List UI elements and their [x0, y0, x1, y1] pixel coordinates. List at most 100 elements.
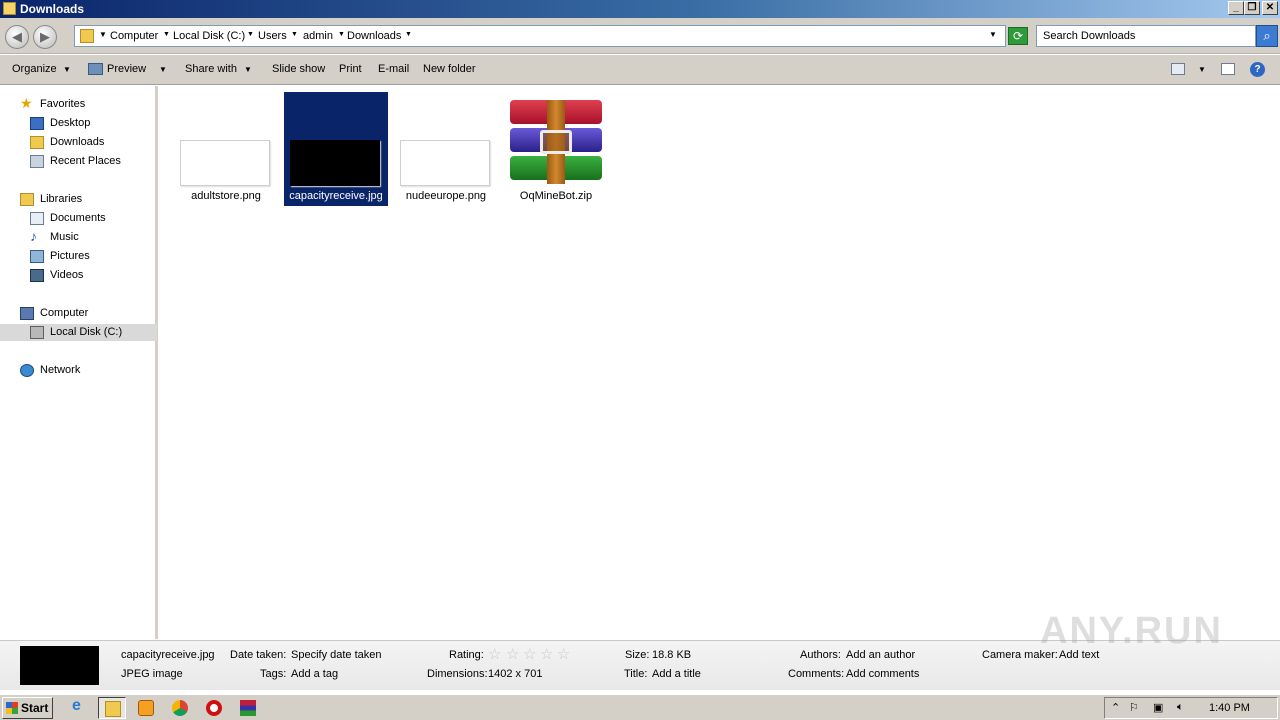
- nav-favorites[interactable]: ★ Favorites: [20, 95, 150, 113]
- nav-local-disk[interactable]: Local Disk (C:): [0, 324, 157, 341]
- minimize-button[interactable]: _: [1228, 1, 1244, 15]
- date-taken-value[interactable]: Specify date taken: [291, 649, 382, 661]
- network-icon[interactable]: ▣: [1153, 701, 1163, 714]
- chevron-down-icon[interactable]: ▼: [163, 31, 170, 38]
- new-folder-button[interactable]: New folder: [423, 63, 476, 75]
- rating-label: Rating:: [449, 649, 484, 661]
- chevron-down-icon[interactable]: ▼: [1198, 65, 1206, 74]
- media-player-icon: [138, 700, 154, 716]
- nav-label: Computer: [40, 307, 89, 319]
- chevron-down-icon[interactable]: ▼: [405, 31, 412, 38]
- star-icon[interactable]: ☆: [488, 645, 501, 663]
- address-history-dropdown[interactable]: ▼: [989, 30, 997, 39]
- nav-label: Videos: [50, 269, 84, 281]
- taskbar-windows-explorer[interactable]: [98, 697, 126, 719]
- chevron-down-icon[interactable]: ▼: [247, 31, 254, 38]
- back-button[interactable]: ◀: [5, 25, 29, 49]
- clock[interactable]: 1:40 PM: [1209, 702, 1250, 714]
- star-icon[interactable]: ☆: [557, 645, 570, 663]
- image-thumbnail: [290, 140, 380, 186]
- comments-value[interactable]: Add comments: [846, 668, 919, 680]
- nav-desktop[interactable]: Desktop: [30, 115, 150, 132]
- authors-value[interactable]: Add an author: [846, 649, 915, 661]
- watermark-logo: ANY.RUN: [1040, 610, 1223, 652]
- file-item[interactable]: OqMineBot.zip: [504, 92, 608, 206]
- email-button[interactable]: E-mail: [378, 63, 409, 75]
- nav-documents[interactable]: Documents: [30, 210, 150, 227]
- chevron-down-icon[interactable]: ▼: [338, 31, 345, 38]
- desktop-icon: [30, 117, 44, 130]
- nav-label: Recent Places: [50, 155, 121, 167]
- volume-icon[interactable]: 🔈︎: [1177, 701, 1184, 714]
- breadcrumb-users[interactable]: Users: [258, 30, 287, 42]
- change-view-icon[interactable]: [1171, 63, 1185, 75]
- print-button[interactable]: Print: [339, 63, 362, 75]
- taskbar-chrome[interactable]: [166, 697, 194, 719]
- star-icon: ★: [20, 95, 33, 111]
- show-hidden-icons-icon[interactable]: ⌃: [1111, 701, 1120, 714]
- file-item[interactable]: adultstore.png: [174, 92, 278, 206]
- refresh-button[interactable]: ⟳: [1008, 27, 1028, 45]
- title-bar[interactable]: Downloads _ ❐ ✕: [0, 0, 1280, 18]
- file-name: nudeeurope.png: [405, 190, 487, 202]
- file-name: OqMineBot.zip: [519, 190, 593, 202]
- start-button[interactable]: Start: [2, 697, 53, 719]
- chevron-down-icon[interactable]: ▼: [244, 65, 252, 74]
- authors-label: Authors:: [800, 649, 841, 661]
- share-with-button[interactable]: Share with: [185, 63, 237, 75]
- forward-button[interactable]: ▶: [33, 25, 57, 49]
- file-list[interactable]: adultstore.png capacityreceive.jpg nudee…: [160, 86, 1280, 639]
- navigation-pane: ★ Favorites Desktop Downloads Recent Pla…: [0, 86, 158, 639]
- search-icon[interactable]: ⌕: [1256, 25, 1278, 47]
- nav-music[interactable]: ♪ Music: [30, 228, 150, 246]
- details-thumbnail: [20, 646, 99, 685]
- file-item[interactable]: nudeeurope.png: [394, 92, 498, 206]
- nav-recent-places[interactable]: Recent Places: [30, 153, 150, 170]
- slide-show-button[interactable]: Slide show: [272, 63, 325, 75]
- file-item-selected[interactable]: capacityreceive.jpg: [284, 92, 388, 206]
- close-button[interactable]: ✕: [1262, 1, 1278, 15]
- preview-pane-icon[interactable]: [1221, 63, 1235, 75]
- chrome-icon: [172, 700, 188, 716]
- title-value[interactable]: Add a title: [652, 668, 701, 680]
- help-icon[interactable]: ?: [1250, 62, 1265, 77]
- taskbar-media-player[interactable]: [132, 697, 160, 719]
- nav-network[interactable]: Network: [20, 362, 150, 379]
- chevron-down-icon[interactable]: ▼: [291, 31, 298, 38]
- address-bar[interactable]: ▼ Computer ▼ Local Disk (C:) ▼ Users ▼ a…: [74, 25, 1006, 47]
- window-title: Downloads: [20, 2, 85, 16]
- nav-videos[interactable]: Videos: [30, 267, 150, 284]
- breadcrumb-computer[interactable]: Computer: [110, 30, 158, 42]
- image-thumbnail: [400, 140, 490, 186]
- action-center-flag-icon[interactable]: ⚐: [1129, 701, 1139, 714]
- chevron-down-icon[interactable]: ▼: [99, 30, 107, 39]
- taskbar-opera[interactable]: [200, 697, 228, 719]
- preview-button[interactable]: Preview: [107, 63, 146, 75]
- taskbar-winrar[interactable]: [234, 697, 262, 719]
- nav-label: Documents: [50, 212, 106, 224]
- search-input[interactable]: Search Downloads: [1036, 25, 1256, 47]
- restore-button[interactable]: ❐: [1244, 1, 1260, 15]
- breadcrumb-downloads[interactable]: Downloads: [347, 30, 401, 42]
- star-icon[interactable]: ☆: [523, 645, 536, 663]
- tags-value[interactable]: Add a tag: [291, 668, 338, 680]
- chevron-down-icon[interactable]: ▼: [63, 65, 71, 74]
- nav-pictures[interactable]: Pictures: [30, 248, 150, 265]
- preview-icon: [88, 63, 103, 75]
- nav-computer[interactable]: Computer: [20, 305, 150, 322]
- star-icon[interactable]: ☆: [506, 645, 519, 663]
- breadcrumb-admin[interactable]: admin: [303, 30, 333, 42]
- organize-button[interactable]: Organize: [12, 63, 57, 75]
- winrar-icon: [240, 700, 256, 716]
- file-name: adultstore.png: [191, 190, 261, 202]
- chevron-down-icon[interactable]: ▼: [159, 65, 167, 74]
- tags-label: Tags:: [260, 668, 287, 680]
- nav-libraries[interactable]: Libraries: [20, 191, 150, 208]
- dimensions-label: Dimensions:: [427, 668, 488, 680]
- breadcrumb-local-disk[interactable]: Local Disk (C:): [173, 30, 245, 42]
- drive-icon: [30, 326, 44, 339]
- nav-downloads[interactable]: Downloads: [30, 134, 150, 151]
- star-icon[interactable]: ☆: [540, 645, 553, 663]
- taskbar-internet-explorer[interactable]: e: [66, 697, 94, 719]
- nav-label: Libraries: [40, 193, 83, 205]
